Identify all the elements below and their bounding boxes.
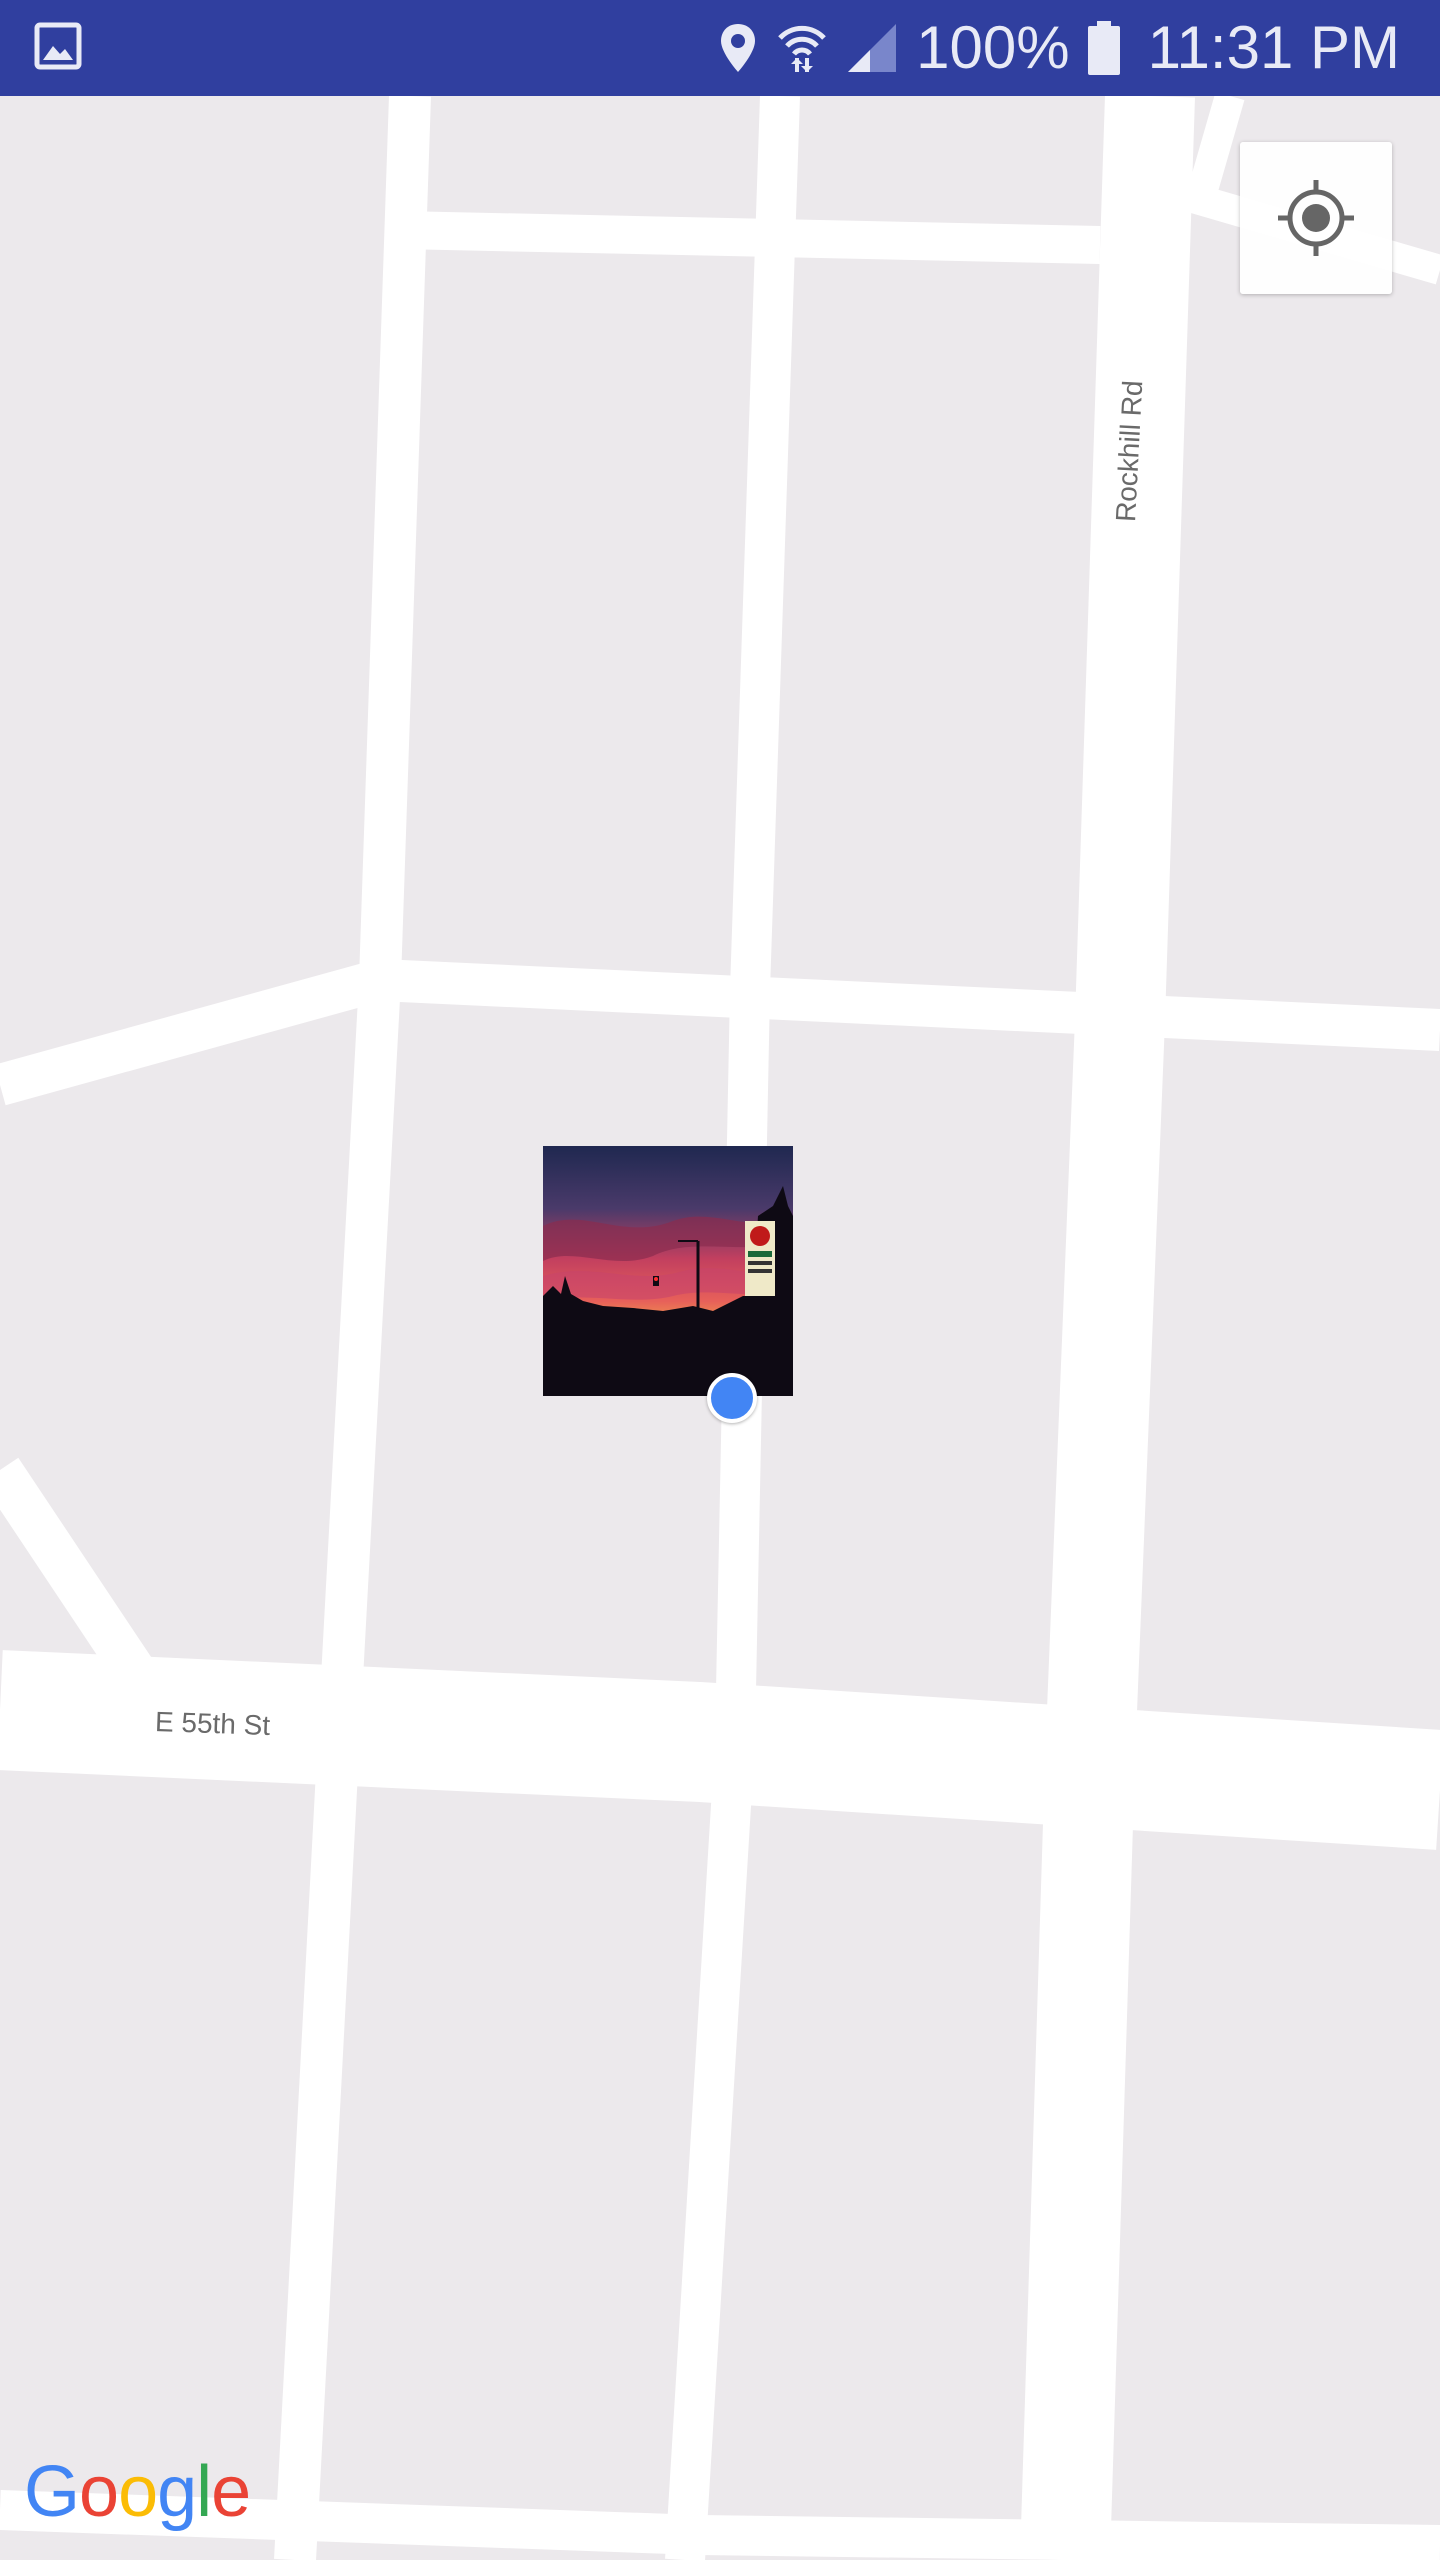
road-label-e55th: E 55th St	[154, 1705, 271, 1742]
clock: 11:31 PM	[1147, 14, 1400, 81]
road-diagonal	[0, 1457, 159, 1693]
battery-icon	[1087, 21, 1120, 75]
google-logo-letter: G	[24, 2452, 80, 2532]
wifi-icon	[778, 25, 826, 72]
cell-signal-icon	[848, 24, 897, 72]
crosshair-target-icon	[1278, 180, 1354, 256]
status-right: 100% 11:31 PM	[718, 0, 1400, 96]
screen: 100% 11:31 PM Rockhill Rd E 55th St G o …	[0, 0, 1440, 2560]
road-top	[399, 211, 1101, 264]
battery-percent: 100%	[916, 14, 1070, 81]
google-logo-letter: o	[79, 2452, 119, 2532]
status-left	[34, 22, 82, 75]
road-v1	[274, 96, 431, 2560]
google-logo: Google	[24, 2452, 251, 2532]
google-logo-letter: e	[211, 2452, 251, 2532]
current-location-dot	[707, 1373, 757, 1423]
my-location-button[interactable]	[1240, 142, 1392, 294]
road-mid	[0, 958, 1440, 1106]
photo-thumbnail	[543, 1146, 793, 1396]
google-logo-letter: g	[157, 2452, 197, 2532]
location-pin-icon	[721, 24, 756, 72]
google-logo-letter: l	[196, 2452, 212, 2532]
status-bar: 100% 11:31 PM	[0, 0, 1440, 96]
google-logo-letter: o	[118, 2452, 158, 2532]
photo-marker[interactable]	[543, 1146, 793, 1396]
gallery-icon	[34, 22, 82, 70]
